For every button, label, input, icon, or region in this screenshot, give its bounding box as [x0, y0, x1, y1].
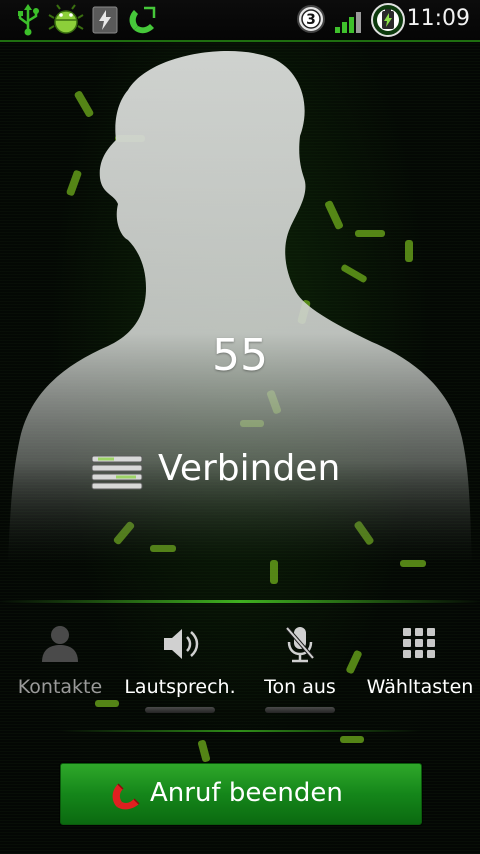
android-debug-icon	[48, 4, 84, 34]
connecting-indicator-icon	[91, 455, 143, 490]
mute-button[interactable]: Ton aus	[240, 604, 360, 730]
battery-icon	[371, 3, 405, 37]
battery-charging-icon	[92, 6, 118, 34]
mute-label: Ton aus	[264, 676, 336, 698]
speaker-icon	[164, 629, 199, 659]
contact-photo-placeholder	[8, 51, 472, 565]
signal-strength-icon	[335, 12, 361, 33]
call-in-progress-icon	[129, 6, 156, 34]
end-call-icon	[112, 783, 140, 810]
dialpad-icon	[403, 628, 435, 658]
contacts-button[interactable]: Kontakte	[0, 604, 120, 730]
call-status-text: Verbinden	[158, 448, 341, 489]
background-decoration	[197, 739, 211, 763]
background-decoration	[340, 736, 364, 743]
caller-number: 55	[212, 330, 268, 381]
contacts-icon	[42, 626, 78, 662]
divider	[0, 600, 480, 603]
in-call-controls: Kontakte Lautsprech. Ton aus Wähltasten	[0, 604, 480, 730]
network-3g-icon: 3	[297, 5, 325, 33]
status-clock: 11:09	[406, 6, 470, 31]
divider	[60, 730, 420, 732]
speaker-toggle-indicator	[145, 707, 215, 713]
status-bar: 3 11:09	[0, 0, 480, 42]
speaker-button[interactable]: Lautsprech.	[120, 604, 240, 730]
dialpad-label: Wähltasten	[366, 676, 474, 698]
contacts-label: Kontakte	[17, 676, 103, 698]
speaker-label: Lautsprech.	[124, 676, 236, 698]
mute-icon	[285, 626, 315, 663]
usb-icon	[18, 4, 39, 36]
end-call-button[interactable]: Anruf beenden	[60, 763, 422, 825]
end-call-label: Anruf beenden	[150, 778, 343, 808]
network-3g-label: 3	[306, 12, 316, 28]
mute-toggle-indicator	[265, 707, 335, 713]
dialpad-button[interactable]: Wähltasten	[360, 604, 480, 730]
